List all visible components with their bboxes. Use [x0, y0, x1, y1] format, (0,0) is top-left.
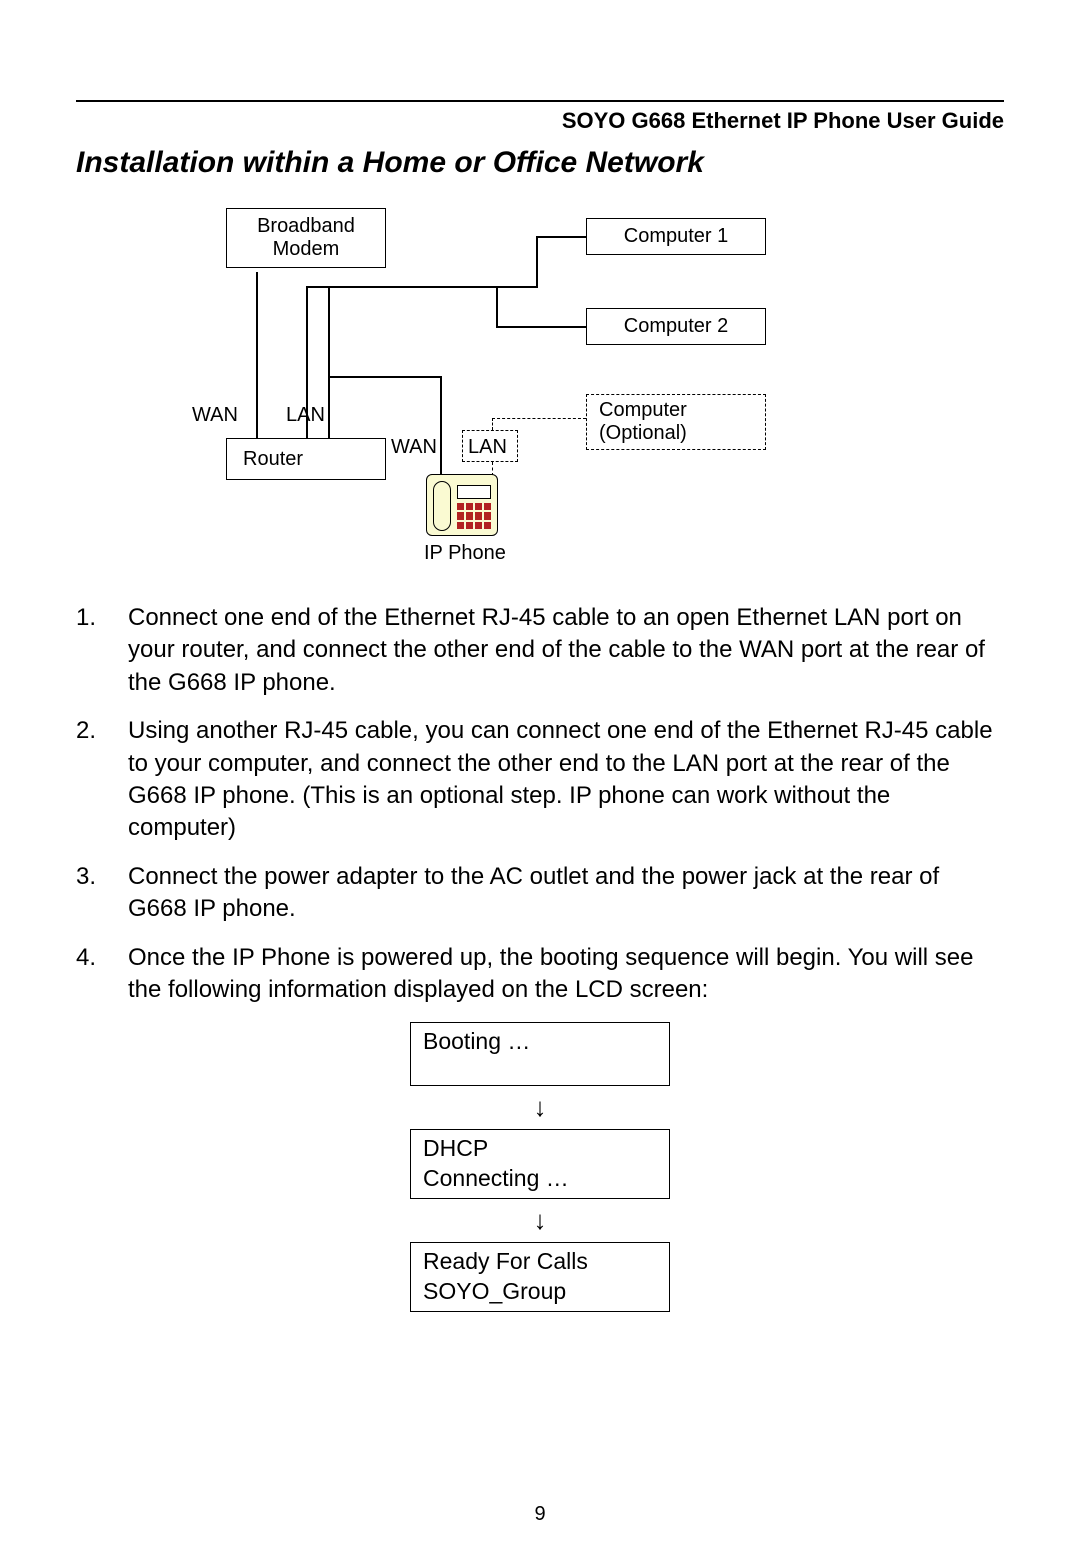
line-dashed: [492, 418, 493, 430]
section-title: Installation within a Home or Office Net…: [76, 146, 1004, 180]
step-2: 2. Using another RJ-45 cable, you can co…: [76, 715, 1004, 845]
step-number: 2.: [76, 715, 128, 845]
installation-steps: 1. Connect one end of the Ethernet RJ-45…: [76, 602, 1004, 1006]
header-rule: [76, 100, 1004, 102]
step-text: Connect the power adapter to the AC outl…: [128, 861, 1004, 926]
phone-handset-icon: [433, 481, 451, 531]
line: [536, 236, 586, 238]
step-number: 1.: [76, 602, 128, 699]
step-text: Once the IP Phone is powered up, the boo…: [128, 942, 1004, 1007]
network-diagram: Broadband Modem Router Computer 1 Comput…: [156, 208, 856, 588]
box-computer-optional: Computer (Optional): [586, 394, 766, 450]
step-4: 4. Once the IP Phone is powered up, the …: [76, 942, 1004, 1007]
box-computer2: Computer 2: [586, 308, 766, 345]
label-wan-phone: WAN: [391, 436, 437, 459]
line: [328, 376, 440, 378]
lcd-sequence: Booting … ↓ DHCP Connecting … ↓ Ready Fo…: [76, 1022, 1004, 1312]
lcd-line: DHCP: [423, 1135, 488, 1161]
box-broadband-modem: Broadband Modem: [226, 208, 386, 268]
arrow-down-icon: ↓: [534, 1205, 547, 1236]
step-3: 3. Connect the power adapter to the AC o…: [76, 861, 1004, 926]
step-number: 4.: [76, 942, 128, 1007]
header-title: SOYO G668 Ethernet IP Phone User Guide: [76, 108, 1004, 134]
label-wan-router: WAN: [192, 404, 238, 427]
line: [536, 236, 538, 288]
step-1: 1. Connect one end of the Ethernet RJ-45…: [76, 602, 1004, 699]
lcd-dhcp: DHCP Connecting …: [410, 1129, 670, 1199]
step-number: 3.: [76, 861, 128, 926]
step-text: Connect one end of the Ethernet RJ-45 ca…: [128, 602, 1004, 699]
lan-dashed-frame: [462, 430, 518, 462]
step-text: Using another RJ-45 cable, you can conne…: [128, 715, 1004, 845]
arrow-down-icon: ↓: [534, 1092, 547, 1123]
line: [496, 326, 586, 328]
lcd-line: Connecting …: [423, 1165, 569, 1191]
lcd-line: Booting …: [423, 1028, 530, 1054]
lcd-line: SOYO_Group: [423, 1278, 566, 1304]
line: [306, 286, 308, 438]
line: [306, 286, 538, 288]
label-ip-phone: IP Phone: [424, 542, 506, 565]
lcd-ready: Ready For Calls SOYO_Group: [410, 1242, 670, 1312]
line: [328, 286, 330, 438]
line: [440, 376, 442, 464]
page-number: 9: [0, 1503, 1080, 1526]
line-dashed: [492, 418, 586, 419]
lcd-line: Ready For Calls: [423, 1248, 588, 1274]
box-computer1: Computer 1: [586, 218, 766, 255]
phone-screen-icon: [457, 485, 491, 499]
line: [256, 272, 258, 438]
ip-phone-icon: [426, 474, 498, 536]
box-router: Router: [226, 438, 386, 480]
phone-keypad-icon: [457, 503, 491, 529]
lcd-booting: Booting …: [410, 1022, 670, 1086]
line: [496, 286, 498, 326]
